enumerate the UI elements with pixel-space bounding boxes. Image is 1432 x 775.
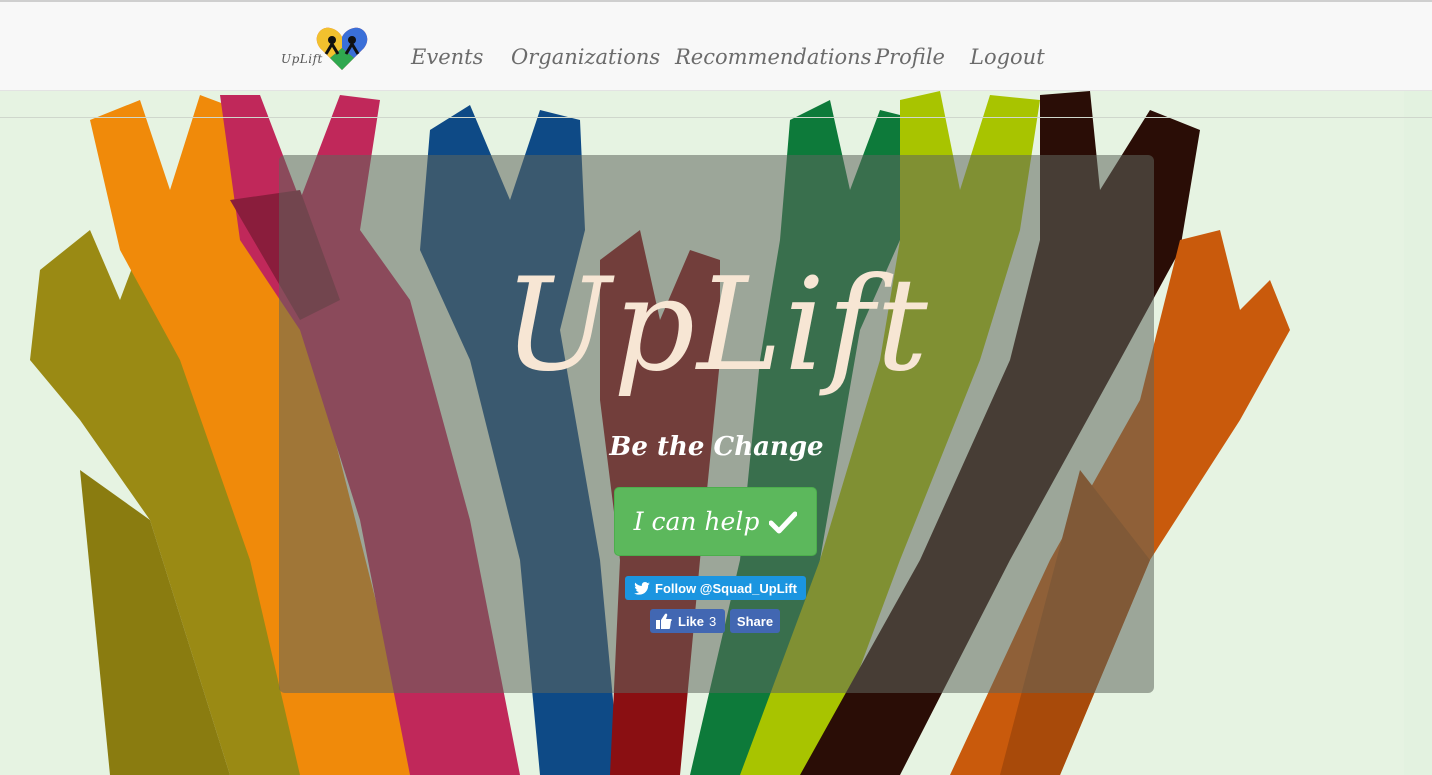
right-edge-strip xyxy=(1404,91,1432,775)
facebook-like-count: 3 xyxy=(709,613,717,629)
facebook-like-button[interactable]: Like 3 xyxy=(650,609,725,633)
facebook-like-label: Like xyxy=(678,613,705,629)
thumbs-up-icon xyxy=(656,613,672,629)
brand-logo[interactable]: UpLift xyxy=(278,22,372,74)
facebook-share-label: Share xyxy=(736,613,774,629)
facebook-share-button[interactable]: Share xyxy=(730,609,780,633)
nav-organizations[interactable]: Organizations xyxy=(511,45,660,69)
nav-logout[interactable]: Logout xyxy=(970,45,1045,69)
heart-puzzle-logo-icon xyxy=(316,27,368,70)
hero-title: UpLift xyxy=(503,251,930,400)
hero-subtitle: Be the Change xyxy=(609,432,824,462)
i-can-help-label: I can help xyxy=(633,507,760,536)
checkmark-icon xyxy=(769,511,798,533)
twitter-follow-label: Follow @Squad_UpLift xyxy=(655,580,797,596)
i-can-help-button[interactable]: I can help xyxy=(614,487,817,556)
nav-profile[interactable]: Profile xyxy=(875,45,945,69)
nav-recommendations[interactable]: Recommendations xyxy=(675,45,872,69)
twitter-bird-icon xyxy=(634,581,650,595)
nav-events[interactable]: Events xyxy=(411,45,483,69)
twitter-follow-button[interactable]: Follow @Squad_UpLift xyxy=(625,576,806,600)
navbar-divider xyxy=(0,117,1432,118)
top-navbar: UpLift Events Organizations Recommendati… xyxy=(0,0,1432,91)
